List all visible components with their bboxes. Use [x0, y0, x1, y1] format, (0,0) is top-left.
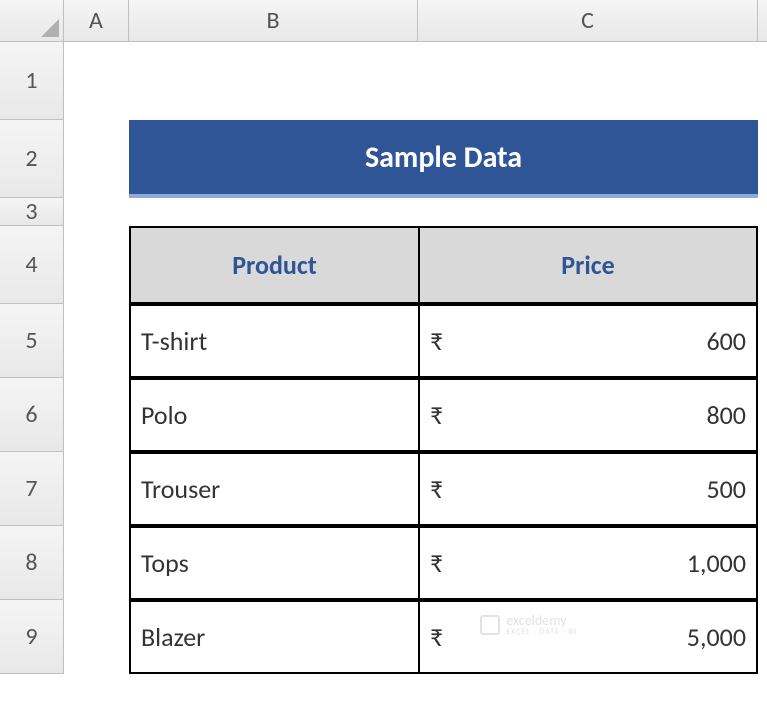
watermark-text: exceldemy EXCEL · DATA · BI [506, 614, 577, 636]
price-cell-1[interactable]: ₹ 600 [418, 304, 758, 378]
product-cell-3[interactable]: Trouser [129, 452, 418, 526]
cell-b1[interactable] [129, 42, 418, 120]
cell-a3[interactable] [64, 198, 129, 226]
cell-a2[interactable] [64, 120, 129, 198]
price-value: 800 [706, 399, 746, 431]
cell-a5[interactable] [64, 304, 129, 378]
cell-a6[interactable] [64, 378, 129, 452]
cell-b3[interactable] [129, 198, 418, 226]
watermark-main: exceldemy [506, 614, 577, 628]
cell-a7[interactable] [64, 452, 129, 526]
select-all-corner[interactable] [0, 0, 64, 42]
price-cell-2[interactable]: ₹ 800 [418, 378, 758, 452]
cell-a4[interactable] [64, 226, 129, 304]
currency-symbol: ₹ [430, 547, 443, 579]
price-cell-5[interactable]: ₹ 5,000 [418, 600, 758, 674]
column-header-c[interactable]: C [418, 0, 758, 41]
row-header-7[interactable]: 7 [0, 452, 64, 526]
price-value: 1,000 [687, 547, 746, 579]
currency-symbol: ₹ [430, 621, 443, 653]
row-header-8[interactable]: 8 [0, 526, 64, 600]
price-cell-4[interactable]: ₹ 1,000 [418, 526, 758, 600]
title-cell[interactable]: Sample Data [129, 120, 758, 198]
row-5-cells: T-shirt ₹ 600 [64, 304, 758, 378]
row-8-cells: Tops ₹ 1,000 [64, 526, 758, 600]
cell-c3[interactable] [418, 198, 758, 226]
cell-a8[interactable] [64, 526, 129, 600]
row-header-6[interactable]: 6 [0, 378, 64, 452]
header-product[interactable]: Product [129, 226, 418, 304]
cell-c1[interactable] [418, 42, 758, 120]
column-headers-row: A B C [0, 0, 767, 42]
product-cell-4[interactable]: Tops [129, 526, 418, 600]
row-header-3[interactable]: 3 [0, 198, 64, 226]
currency-symbol: ₹ [430, 473, 443, 505]
row-7-cells: Trouser ₹ 500 [64, 452, 758, 526]
price-value: 500 [706, 473, 746, 505]
watermark-sub: EXCEL · DATA · BI [506, 628, 577, 636]
product-cell-2[interactable]: Polo [129, 378, 418, 452]
row-header-5[interactable]: 5 [0, 304, 64, 378]
row-header-1[interactable]: 1 [0, 42, 64, 120]
row-header-4[interactable]: 4 [0, 226, 64, 304]
row-headers-column: 1 2 3 4 5 6 7 8 9 [0, 42, 64, 674]
row-3-cells [64, 198, 758, 226]
product-cell-5[interactable]: Blazer [129, 600, 418, 674]
column-header-a[interactable]: A [64, 0, 129, 41]
row-header-9[interactable]: 9 [0, 600, 64, 674]
header-price[interactable]: Price [418, 226, 758, 304]
product-cell-1[interactable]: T-shirt [129, 304, 418, 378]
row-1-cells [64, 42, 758, 120]
price-value: 600 [706, 325, 746, 357]
row-4-cells: Product Price [64, 226, 758, 304]
row-header-2[interactable]: 2 [0, 120, 64, 198]
column-header-b[interactable]: B [129, 0, 418, 41]
row-9-cells: Blazer ₹ 5,000 [64, 600, 758, 674]
price-cell-3[interactable]: ₹ 500 [418, 452, 758, 526]
currency-symbol: ₹ [430, 399, 443, 431]
cell-a1[interactable] [64, 42, 129, 120]
watermark-icon [480, 615, 500, 635]
cell-a9[interactable] [64, 600, 129, 674]
currency-symbol: ₹ [430, 325, 443, 357]
content-area: Sample Data Product Price T-shirt ₹ 600 … [64, 42, 758, 674]
row-6-cells: Polo ₹ 800 [64, 378, 758, 452]
watermark: exceldemy EXCEL · DATA · BI [480, 614, 577, 636]
spreadsheet-grid: A B C 1 2 3 4 5 6 7 8 9 Sample Data Pro [0, 0, 767, 701]
price-value: 5,000 [687, 621, 746, 653]
row-2-cells: Sample Data [64, 120, 758, 198]
